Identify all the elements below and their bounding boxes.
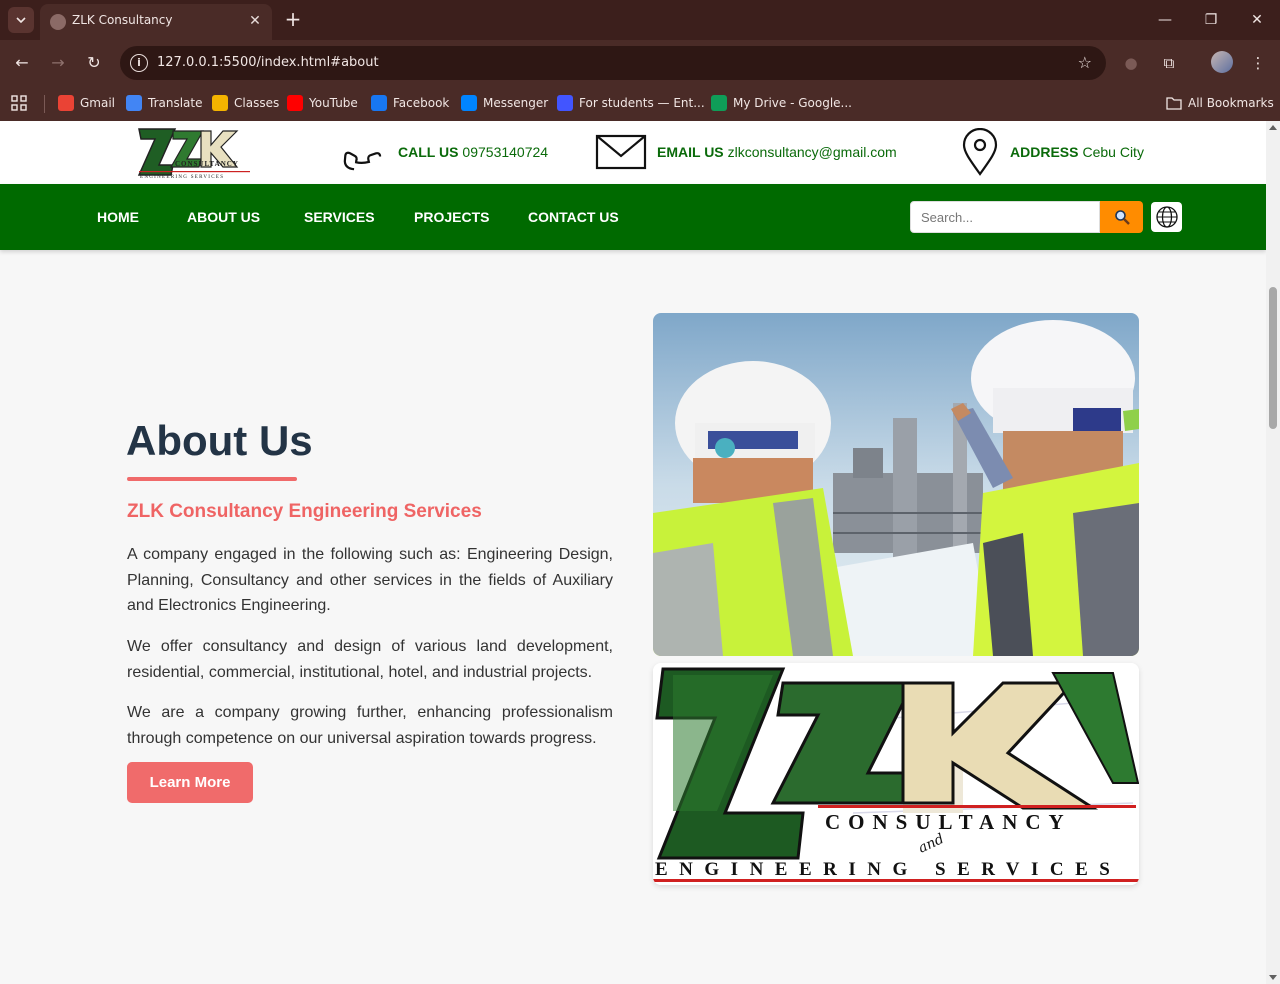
new-tab-button[interactable]: +	[282, 8, 304, 30]
bookmark-label: For students — Ent...	[579, 96, 705, 110]
about-paragraph-1: A company engaged in the following such …	[127, 546, 613, 614]
bookmark-item[interactable]: Facebook	[371, 93, 449, 113]
forward-icon[interactable]: →	[46, 51, 70, 75]
close-window-icon[interactable]: ✕	[1234, 0, 1280, 40]
learn-more-button[interactable]: Learn More	[127, 762, 253, 803]
bookmarks-separator	[44, 95, 45, 113]
engineers-photo	[653, 313, 1139, 656]
address-block[interactable]: ADDRESS Cebu City	[960, 128, 1144, 176]
restore-icon[interactable]: ❐	[1188, 0, 1234, 40]
nav-projects[interactable]: PROJECTS	[414, 209, 489, 225]
address-value: Cebu City	[1082, 144, 1144, 160]
all-bookmarks-folder[interactable]: All Bookmarks	[1166, 93, 1274, 113]
tab-title: ZLK Consultancy	[72, 13, 173, 27]
bookmark-label: Facebook	[393, 96, 450, 110]
title-underline	[127, 477, 297, 481]
youtube-icon	[287, 95, 303, 111]
messenger-icon	[461, 95, 477, 111]
envelope-icon	[595, 134, 647, 170]
bookmark-item[interactable]: Translate	[126, 93, 203, 113]
globe-favicon-icon	[50, 14, 66, 30]
apps-grid-icon[interactable]	[11, 93, 27, 113]
zlk-logo-large: CONSULTANCY and ENGINEERING SERVICES	[653, 663, 1139, 885]
url-text[interactable]: 127.0.0.1:5500/index.html#about	[157, 55, 379, 70]
all-bookmarks-label: All Bookmarks	[1188, 96, 1274, 110]
bookmark-label: YouTube	[309, 96, 358, 110]
site-top-bar: CONSULTANCY ENGINEERING SERVICES CALL US…	[0, 121, 1266, 184]
page-scrollbar[interactable]	[1266, 121, 1280, 984]
about-title: About Us	[126, 417, 313, 464]
drive-icon	[711, 95, 727, 111]
profile-avatar[interactable]	[1211, 51, 1233, 73]
browser-toolbar: ← → ↻ i 127.0.0.1:5500/index.html#about …	[0, 40, 1280, 86]
bookmark-item[interactable]: Classes	[212, 93, 279, 113]
zlk-logo-small[interactable]: CONSULTANCY ENGINEERING SERVICES	[137, 125, 252, 179]
bookmark-label: Gmail	[80, 96, 116, 110]
language-button[interactable]	[1151, 202, 1182, 232]
back-icon[interactable]: ←	[10, 51, 34, 75]
bookmark-label: Classes	[234, 96, 280, 110]
nav-services[interactable]: SERVICES	[304, 209, 375, 225]
chevron-down-icon	[16, 17, 26, 23]
logo-consultancy-text: CONSULTANCY	[825, 810, 1072, 834]
bookmark-item[interactable]: My Drive - Google...	[711, 93, 852, 113]
bookmark-star-icon[interactable]: ☆	[1078, 53, 1092, 72]
gmail-icon	[58, 95, 74, 111]
bookmark-label: My Drive - Google...	[733, 96, 852, 110]
folder-icon	[1166, 97, 1182, 110]
main-navbar: HOME ABOUT US SERVICES PROJECTS CONTACT …	[0, 184, 1266, 250]
menu-kebab-icon[interactable]: ⋮	[1247, 52, 1269, 74]
email-us-label: EMAIL US	[657, 144, 724, 160]
location-pin-icon	[962, 128, 998, 176]
about-paragraph-3: We are a company growing further, enhanc…	[127, 704, 613, 747]
search-button[interactable]	[1100, 201, 1143, 233]
email-us-address: zlkconsultancy@gmail.com	[727, 144, 897, 160]
bookmark-item[interactable]: YouTube	[287, 93, 358, 113]
globe-icon	[1155, 206, 1178, 228]
browser-tab-bar: ZLK Consultancy ✕ + — ❐ ✕	[0, 0, 1280, 40]
bookmarks-bar: Gmail Translate Classes YouTube Facebook Mess…	[0, 86, 1280, 121]
call-us-number: 09753140724	[462, 144, 549, 160]
bookmark-label: Messenger	[483, 96, 549, 110]
logo-engineering-services-text: ENGINEERING SERVICES	[655, 859, 1121, 880]
nav-home[interactable]: HOME	[97, 209, 139, 225]
extensions-puzzle-icon[interactable]: ⧉	[1158, 52, 1180, 74]
site-info-icon[interactable]: i	[130, 54, 148, 72]
classroom-icon	[212, 95, 228, 111]
address-label: ADDRESS	[1010, 144, 1079, 160]
email-us-block[interactable]: EMAIL US zlkconsultancy@gmail.com	[595, 129, 897, 175]
phone-icon	[343, 151, 382, 171]
translate-icon	[126, 95, 142, 111]
search-input[interactable]	[910, 201, 1100, 233]
close-tab-icon[interactable]: ✕	[246, 12, 264, 30]
extension-moon-icon[interactable]: ●	[1120, 52, 1142, 74]
reload-icon[interactable]: ↻	[82, 51, 106, 75]
svg-text:ENGINEERING SERVICES: ENGINEERING SERVICES	[140, 175, 224, 179]
minimize-icon[interactable]: —	[1142, 0, 1188, 40]
bookmark-item[interactable]: For students — Ent...	[557, 93, 705, 113]
nav-about-us[interactable]: ABOUT US	[187, 209, 260, 225]
facebook-icon	[371, 95, 387, 111]
browser-tab[interactable]: ZLK Consultancy ✕	[40, 4, 272, 40]
scroll-up-arrow-icon[interactable]	[1269, 125, 1277, 130]
about-paragraph-2: We offer consultancy and design of vario…	[127, 638, 613, 681]
search-icon	[1114, 210, 1130, 225]
call-us-label: CALL US	[398, 144, 459, 160]
scroll-down-arrow-icon[interactable]	[1269, 975, 1277, 980]
scrollbar-thumb[interactable]	[1269, 287, 1277, 429]
bookmark-item[interactable]: Gmail	[58, 93, 115, 113]
call-us-block[interactable]: CALL US 09753140724	[340, 129, 548, 175]
about-subtitle: ZLK Consultancy Engineering Services	[127, 501, 482, 522]
quizlet-icon	[557, 95, 573, 111]
bookmark-item[interactable]: Messenger	[461, 93, 548, 113]
bookmark-label: Translate	[148, 96, 203, 110]
address-bar[interactable]: i 127.0.0.1:5500/index.html#about ☆	[120, 46, 1106, 80]
svg-text:CONSULTANCY: CONSULTANCY	[175, 160, 239, 168]
nav-contact-us[interactable]: CONTACT US	[528, 209, 619, 225]
page-viewport: CONSULTANCY ENGINEERING SERVICES CALL US…	[0, 121, 1266, 984]
tab-search-button[interactable]	[8, 7, 34, 33]
